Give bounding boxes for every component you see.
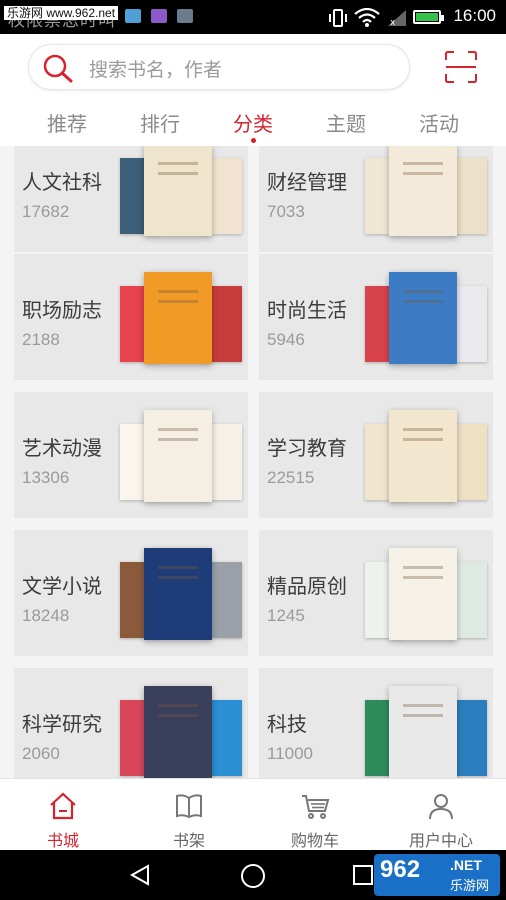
- book-cover: [389, 686, 457, 778]
- watermark-site-name: 乐游网: [450, 879, 490, 894]
- category-count: 7033: [267, 202, 305, 221]
- book-covers: [365, 548, 487, 644]
- category-card[interactable]: 学习教育 22515: [259, 392, 493, 518]
- nav-cart[interactable]: 购物车: [252, 779, 378, 851]
- category-tabs: 推荐 排行 分类 主题 活动: [0, 100, 506, 146]
- category-card[interactable]: 科技 11000: [259, 668, 493, 778]
- home-circle-icon[interactable]: [240, 863, 266, 889]
- category-card[interactable]: 职场励志 2188: [14, 254, 248, 380]
- notification-icon: [125, 9, 141, 23]
- back-icon[interactable]: [128, 863, 152, 887]
- book-covers: [365, 272, 487, 368]
- bottom-nav: 书城 书架 购物车 用户中心: [0, 778, 506, 851]
- home-icon: [50, 792, 76, 820]
- book-cover: [389, 146, 457, 236]
- category-count: 1245: [267, 606, 305, 625]
- nav-bookstore[interactable]: 书城: [0, 779, 126, 851]
- gallery-icon: [151, 9, 167, 23]
- recents-icon[interactable]: [352, 864, 374, 886]
- book-covers: [365, 146, 487, 240]
- system-nav-bar: 962 .NET 乐游网: [0, 850, 506, 900]
- header: 搜索书名，作者 推荐 排行 分类 主题 活动: [0, 34, 506, 146]
- category-name: 财经管理: [267, 170, 347, 194]
- category-grid: 人文社科 17682 财经管理 7033 职场励志 2188 时尚生活 5946: [0, 146, 506, 778]
- tab-category[interactable]: 分类: [213, 108, 293, 137]
- scan-icon[interactable]: [444, 50, 478, 84]
- status-bar: 权限禁忌时叫 乐游网 www.962.net x 16:00: [0, 0, 506, 34]
- category-name: 科学研究: [22, 712, 102, 736]
- category-card[interactable]: 人文社科 17682: [14, 146, 248, 252]
- nav-label: 购物车: [290, 831, 339, 850]
- clock: 16:00: [453, 6, 496, 25]
- book-cover: [144, 272, 212, 364]
- nav-label: 用户中心: [408, 831, 473, 850]
- wifi-icon: [354, 8, 380, 27]
- book-cover: [389, 548, 457, 640]
- nav-bookshelf[interactable]: 书架: [126, 779, 252, 851]
- book-covers: [120, 410, 242, 506]
- book-covers: [365, 410, 487, 506]
- watermark-net: .NET: [450, 857, 482, 873]
- signal-icon: x: [388, 10, 406, 28]
- cart-icon: [302, 795, 330, 819]
- tab-activity[interactable]: 活动: [399, 108, 479, 137]
- bookshelf-icon: [176, 794, 202, 819]
- app-notify-icon: [177, 9, 193, 23]
- search-icon: [43, 54, 73, 83]
- battery-icon: [413, 10, 444, 24]
- category-name: 精品原创: [267, 574, 347, 598]
- nav-user-center[interactable]: 用户中心: [378, 779, 504, 851]
- book-cover: [389, 410, 457, 502]
- site-watermark-logo: 962 .NET 乐游网: [374, 854, 500, 896]
- tab-theme[interactable]: 主题: [306, 108, 386, 137]
- book-cover: [144, 410, 212, 502]
- category-card[interactable]: 科学研究 2060: [14, 668, 248, 778]
- category-name: 科技: [267, 712, 307, 736]
- category-count: 17682: [22, 202, 70, 221]
- book-cover: [144, 686, 212, 778]
- category-count: 22515: [267, 468, 315, 487]
- category-name: 时尚生活: [267, 298, 347, 322]
- category-count: 18248: [22, 606, 70, 625]
- category-name: 职场励志: [22, 298, 102, 322]
- category-count: 2188: [22, 330, 60, 349]
- category-count: 2060: [22, 744, 60, 763]
- category-count: 11000: [267, 744, 314, 763]
- category-name: 艺术动漫: [22, 436, 102, 460]
- category-card[interactable]: 艺术动漫 13306: [14, 392, 248, 518]
- book-covers: [365, 686, 487, 778]
- book-covers: [120, 548, 242, 644]
- book-cover: [144, 548, 212, 640]
- category-count: 5946: [267, 330, 305, 349]
- category-name: 学习教育: [267, 436, 347, 460]
- category-name: 人文社科: [22, 170, 102, 194]
- category-name: 文学小说: [22, 574, 102, 598]
- category-card[interactable]: 时尚生活 5946: [259, 254, 493, 380]
- active-tab-indicator: [251, 138, 256, 143]
- nav-label: 书城: [46, 831, 79, 850]
- search-bar[interactable]: 搜索书名，作者: [28, 44, 410, 90]
- category-card[interactable]: 精品原创 1245: [259, 530, 493, 656]
- category-card[interactable]: 文学小说 18248: [14, 530, 248, 656]
- category-card[interactable]: 财经管理 7033: [259, 146, 493, 252]
- book-covers: [120, 272, 242, 368]
- book-covers: [120, 146, 242, 240]
- book-cover: [389, 272, 457, 364]
- book-covers: [120, 686, 242, 778]
- watermark-number: 962: [380, 856, 421, 883]
- tab-ranking[interactable]: 排行: [120, 108, 200, 137]
- svg-text:x: x: [390, 18, 396, 28]
- category-count: 13306: [22, 468, 70, 487]
- tab-recommend[interactable]: 推荐: [27, 108, 107, 137]
- vibrate-icon: [329, 9, 347, 27]
- watermark-text: 乐游网 www.962.net: [4, 6, 119, 20]
- book-cover: [144, 146, 212, 236]
- user-icon: [429, 794, 453, 820]
- search-input[interactable]: 搜索书名，作者: [89, 55, 222, 82]
- nav-label: 书架: [172, 831, 205, 850]
